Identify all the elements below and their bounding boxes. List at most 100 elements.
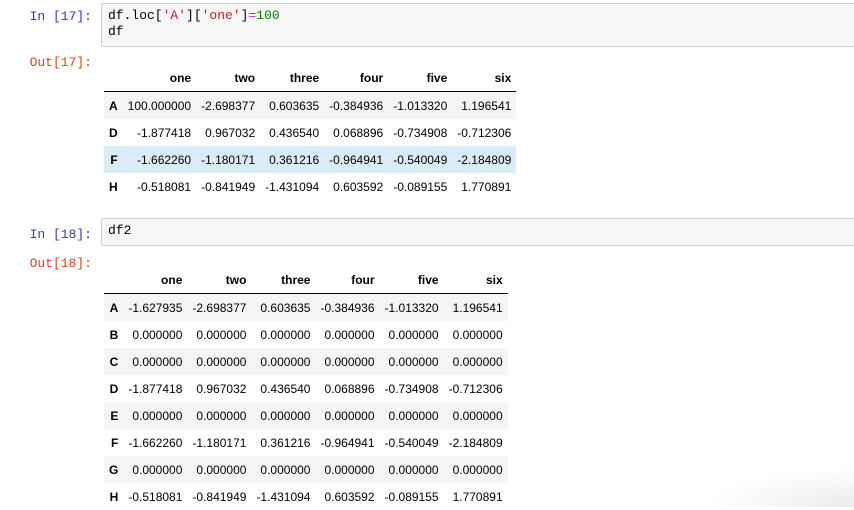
table-cell: -0.089155 — [393, 179, 448, 194]
code-input-17[interactable]: df.loc['A']['one']=100 df — [101, 3, 854, 47]
table-row: A 100.000000 -2.698377 0.603635 -0.384936 -1.… — [104, 91, 517, 119]
column-header: four — [324, 64, 389, 92]
table-cell: -0.089155 — [384, 489, 439, 504]
input-prompt-18: In [18]: — [29, 227, 92, 242]
table-cell: -0.734908 — [393, 125, 448, 140]
table-cell: -0.964941 — [320, 435, 375, 450]
input-prompt-17: In [17]: — [29, 9, 92, 24]
table-cell: 0.000000 — [260, 354, 311, 369]
code-number: 100 — [256, 8, 280, 23]
table-cell: 0.000000 — [196, 354, 247, 369]
table-cell: -0.734908 — [384, 381, 439, 396]
table-cell: -0.964941 — [329, 152, 384, 167]
table-cell: 0.068896 — [333, 125, 384, 140]
row-index: H — [109, 489, 119, 504]
column-header: one — [123, 266, 188, 294]
table-cell: -0.712306 — [448, 381, 503, 396]
table-cell: 0.000000 — [452, 327, 503, 342]
table-cell: 0.000000 — [324, 408, 375, 423]
table-cell: -1.180171 — [192, 435, 247, 450]
table-row: G 0.000000 0.000000 0.000000 0.000000 0.00000… — [104, 456, 508, 483]
row-index: E — [110, 408, 119, 423]
column-header: three — [260, 64, 325, 92]
table-row: B 0.000000 0.000000 0.000000 0.000000 0.00000… — [104, 321, 508, 348]
column-header: four — [315, 266, 380, 294]
table-cell: 0.000000 — [388, 462, 439, 477]
table-cell: 1.770891 — [461, 179, 512, 194]
table-row: F -1.662260 -1.180171 0.361216 -0.964941 -0.5… — [104, 429, 508, 456]
output-prompt-18: Out[18]: — [29, 256, 92, 271]
code-line-1: df.loc['A']['one']=100 — [108, 8, 848, 24]
table-row: H -0.518081 -0.841949 -1.431094 0.603592 -0.0… — [104, 173, 516, 200]
table-cell: -2.184809 — [457, 152, 512, 167]
row-index: F — [110, 152, 118, 167]
column-header: six — [443, 266, 508, 294]
table-row: A -1.627935 -2.698377 0.603635 -0.384936 -1.0… — [104, 293, 508, 321]
table-cell: -1.662260 — [128, 435, 183, 450]
table-cell: 0.361216 — [260, 435, 311, 450]
header-row: one two three four five six — [104, 266, 508, 294]
table-row: F -1.662260 -1.180171 0.361216 -0.964941 -0.5… — [104, 146, 517, 173]
table-cell: 0.068896 — [324, 381, 375, 396]
table-row: D -1.877418 0.967032 0.436540 0.068896 -0.734… — [104, 375, 508, 402]
table-cell: -0.540049 — [384, 435, 439, 450]
table-cell: -0.384936 — [329, 98, 384, 113]
column-header: one — [122, 64, 197, 92]
table-cell: 0.000000 — [260, 327, 311, 342]
table-cell: 0.000000 — [132, 408, 183, 423]
row-index: F — [111, 435, 119, 450]
column-header: two — [187, 266, 252, 294]
table-cell: -1.662260 — [137, 152, 192, 167]
column-header: three — [251, 266, 316, 294]
table-cell: 0.967032 — [196, 381, 247, 396]
table-cell: -1.877418 — [137, 125, 192, 140]
table-cell: 0.000000 — [132, 327, 183, 342]
dataframe-output-18: one two three four five six A -1.627935 -2.6983… — [104, 266, 508, 510]
code-string: 'A' — [162, 8, 187, 23]
row-index: G — [109, 462, 119, 477]
table-cell: -0.540049 — [393, 152, 448, 167]
table-cell: 0.361216 — [269, 152, 320, 167]
table-cell: -0.518081 — [128, 489, 183, 504]
code-token: df.loc[ — [108, 8, 163, 23]
index-header — [104, 266, 124, 294]
column-header: five — [388, 64, 453, 92]
row-index: D — [109, 125, 118, 140]
column-header: two — [196, 64, 261, 92]
table-cell: 0.000000 — [452, 354, 503, 369]
table-cell: -0.841949 — [192, 489, 247, 504]
table-cell: 0.436540 — [269, 125, 320, 140]
table-cell: 1.196541 — [452, 300, 503, 315]
code-line-2: df — [108, 24, 124, 39]
table-cell: 0.000000 — [388, 354, 439, 369]
table-cell: -1.013320 — [393, 98, 448, 113]
header-row: one two three four five six — [104, 64, 517, 92]
row-index: B — [109, 327, 119, 342]
table-row: E 0.000000 0.000000 0.000000 0.000000 0.00000… — [104, 402, 508, 429]
table-cell: 1.196541 — [461, 98, 512, 113]
table-cell: 100.000000 — [127, 98, 192, 113]
row-index: D — [109, 381, 119, 396]
table-cell: 0.000000 — [452, 408, 503, 423]
table-cell: 0.000000 — [132, 462, 183, 477]
table-cell: -2.698377 — [201, 98, 256, 113]
page-shadow — [704, 467, 854, 507]
table-cell: 0.000000 — [260, 462, 311, 477]
table-cell: -1.877418 — [128, 381, 183, 396]
table-cell: 0.000000 — [132, 354, 183, 369]
table-cell: -0.841949 — [201, 179, 256, 194]
table-cell: 0.000000 — [196, 327, 247, 342]
table-cell: 0.000000 — [324, 462, 375, 477]
table-cell: 0.000000 — [260, 408, 311, 423]
table-cell: -2.698377 — [192, 300, 247, 315]
table-cell: 1.770891 — [452, 489, 503, 504]
code-input-18[interactable]: df2 — [101, 218, 854, 246]
table-cell: 0.603635 — [269, 98, 320, 113]
index-header — [104, 64, 123, 92]
table-cell: -2.184809 — [448, 435, 503, 450]
row-index: C — [109, 354, 119, 369]
table-row: C 0.000000 0.000000 0.000000 0.000000 0.00000… — [104, 348, 508, 375]
table-cell: -1.180171 — [201, 152, 256, 167]
row-index: H — [109, 179, 118, 194]
table-cell: -0.384936 — [320, 300, 375, 315]
